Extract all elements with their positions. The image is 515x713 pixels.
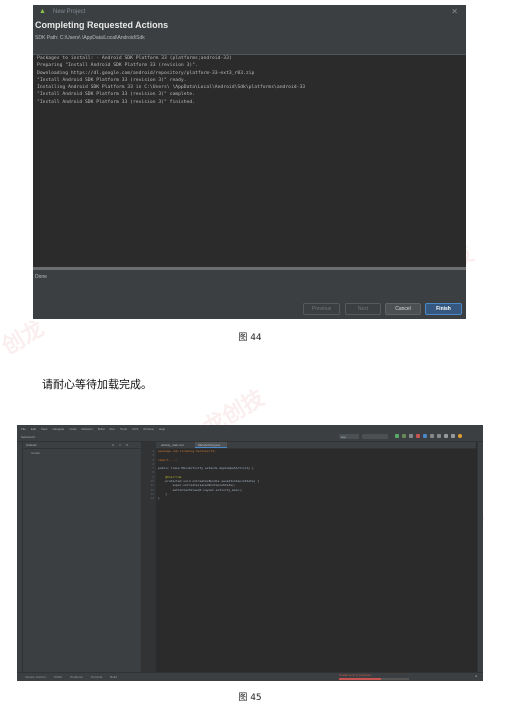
notification-icon[interactable]	[458, 434, 462, 438]
tool-tab-version-control[interactable]: Version Control	[25, 675, 46, 679]
dialog-title: Completing Requested Actions	[35, 20, 169, 30]
run-config-select[interactable]: app	[339, 434, 359, 439]
tool-tab-terminal[interactable]: Terminal	[91, 675, 102, 679]
menu-item[interactable]: Edit	[31, 427, 36, 431]
run-icon[interactable]	[395, 434, 399, 438]
device-select[interactable]	[362, 434, 388, 439]
window-titlebar: ▲ New Project ✕	[33, 5, 466, 18]
debug-icon[interactable]	[402, 434, 406, 438]
next-button[interactable]: Next	[345, 303, 381, 315]
android-studio-screenshot: File Edit View Navigate Code Refactor Bu…	[17, 425, 483, 681]
menu-bar: File Edit View Navigate Code Refactor Bu…	[17, 425, 483, 433]
progress-divider	[33, 267, 466, 270]
console-output: Packages to install: - Android SDK Platf…	[33, 54, 466, 268]
tab-main-activity-java[interactable]: MainActivity.java	[195, 442, 227, 448]
menu-item[interactable]: Build	[98, 427, 105, 431]
menu-item[interactable]: Code	[69, 427, 76, 431]
finish-button[interactable]: Finish	[425, 303, 462, 315]
tab-activity-main-xml[interactable]: activity_main.xml	[158, 442, 194, 448]
console-line: Packages to install: - Android SDK Platf…	[37, 56, 232, 61]
sdk-path: SDK Path: C:\Users\ \AppData\Local\Andro…	[35, 35, 145, 41]
code-line: }	[158, 496, 160, 501]
menu-item[interactable]: VCS	[132, 427, 138, 431]
menu-item[interactable]: Window	[143, 427, 154, 431]
bottom-tool-bar: Version Control TODO Problems Terminal B…	[17, 672, 483, 681]
status-text: Done	[35, 274, 47, 280]
tool-tab-build[interactable]: Build	[110, 675, 117, 679]
console-line: Preparing "Install Android SDK Platform …	[37, 63, 198, 69]
console-line: Installing Android SDK Platform 33 in C:…	[37, 85, 306, 91]
tool-tab-problems[interactable]: Problems	[70, 675, 83, 679]
close-icon[interactable]: ✕	[451, 7, 458, 16]
figure-caption: 图 45	[238, 693, 262, 703]
right-tool-strip	[477, 442, 483, 672]
gradle-sync-status: Gradle sync in progress...	[339, 673, 374, 677]
menu-item[interactable]: Help	[159, 427, 165, 431]
console-line: Downloading https://dl.google.com/androi…	[37, 70, 255, 76]
window-title: New Project	[53, 8, 86, 15]
sdk-icon[interactable]	[437, 434, 441, 438]
menu-item[interactable]: Tools	[120, 427, 127, 431]
project-view-select[interactable]: Android	[26, 443, 36, 447]
menu-item[interactable]: Refactor	[81, 427, 92, 431]
code-editor[interactable]: package com.liceking.helloworld; import …	[156, 449, 476, 671]
menu-item[interactable]: File	[21, 427, 26, 431]
android-icon: ▲	[39, 7, 46, 15]
dialog-header: Completing Requested Actions SDK Path: C…	[33, 18, 466, 44]
console-line: "Install Android SDK Platform 33 (revisi…	[37, 77, 187, 83]
settings-icon[interactable]	[451, 434, 455, 438]
previous-button[interactable]: Previous	[303, 303, 340, 315]
breadcrumb[interactable]: helloworld	[21, 435, 35, 439]
console-line: "Install Android SDK Platform 33 (revisi…	[37, 99, 196, 105]
project-panel-header: Android ⊕ ≡ ⚙ −	[23, 442, 141, 449]
menu-item[interactable]: Run	[110, 427, 116, 431]
figure-caption: 图 44	[238, 333, 262, 343]
project-panel: Android ⊕ ≡ ⚙ − Gradle	[23, 442, 142, 672]
sync-icon[interactable]	[423, 434, 427, 438]
tool-tab-todo[interactable]: TODO	[54, 675, 63, 679]
console-line: "Install Android SDK Platform 33 (revisi…	[37, 92, 196, 98]
instruction-text: 请耐心等待加载完成。	[42, 378, 152, 391]
event-log-icon[interactable]: ●	[475, 674, 477, 678]
main-toolbar: helloworld app	[17, 433, 483, 442]
progress-fill	[339, 678, 381, 680]
cancel-button[interactable]: Cancel	[385, 303, 421, 315]
menu-item[interactable]: Navigate	[52, 427, 64, 431]
new-project-dialog-screenshot: ▲ New Project ✕ Completing Requested Act…	[33, 5, 466, 319]
profile-icon[interactable]	[409, 434, 413, 438]
line-numbers: 1 2 3 6 7 8 9 10 11 12 13 14	[142, 449, 156, 501]
panel-icons: ⊕ ≡ ⚙ −	[111, 443, 137, 447]
search-icon[interactable]	[444, 434, 448, 438]
avd-icon[interactable]	[430, 434, 434, 438]
toolbar-icons	[395, 434, 462, 438]
stop-icon[interactable]	[416, 434, 420, 438]
menu-item[interactable]: View	[41, 427, 47, 431]
project-tree-item[interactable]: Gradle	[23, 451, 141, 455]
gradle-sync-progress	[339, 678, 409, 680]
editor-tabs: activity_main.xml MainActivity.java	[156, 442, 476, 449]
line-number: 14	[150, 496, 154, 501]
